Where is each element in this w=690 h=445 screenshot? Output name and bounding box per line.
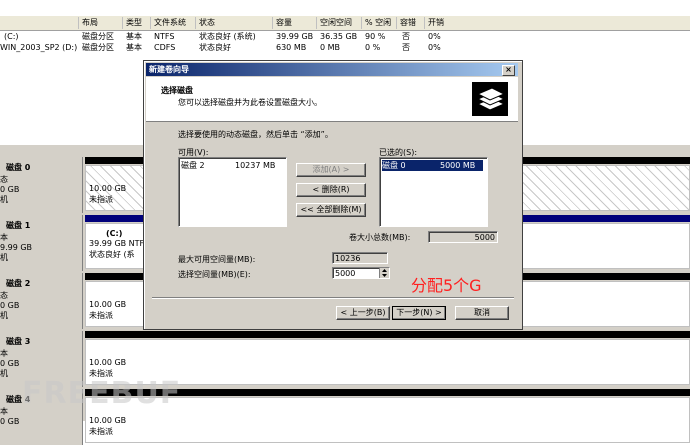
volume-fs: NTFS [154,32,175,41]
close-icon[interactable]: × [502,65,515,76]
select-space-label: 选择空间量(MB)(E): [178,270,251,279]
disk-name: 磁盘 1 [6,221,31,230]
disk-size: 0 GB [0,185,20,194]
volume-free: 0 MB [320,43,341,52]
volume-type: 基本 [126,32,142,41]
disk-size: 0 GB [0,301,20,310]
max-space-label: 最大可用空间量(MB): [178,255,256,264]
volume-status: 状态良好 [199,43,231,52]
volume-row[interactable]: WIN_2003_SP2 (D:) 磁盘分区 基本 CDFS 状态良好 630 … [0,42,690,53]
list-item[interactable]: 磁盘 2 10237 MB [181,160,275,171]
remove-all-button[interactable]: << 全部删除(M) [296,203,366,217]
max-space-field: 10236 [332,252,388,264]
disk-label[interactable]: 磁盘 0 态 0 GB 机 [0,157,83,213]
column-header-pct-free[interactable]: % 空闲 [361,17,391,29]
selected-disks-list[interactable]: 磁盘 0 5000 MB [379,157,488,227]
disk-item-name: 磁盘 2 [181,161,205,170]
region-size: 10.00 GB [89,358,127,367]
region-state: 未指派 [89,427,113,436]
disk-name: 磁盘 0 [6,163,31,172]
wizard-header: 选择磁盘 您可以选择磁盘并为此卷设置磁盘大小。 [146,77,518,122]
volume-layout: 磁盘分区 [82,43,114,52]
allocation-annotation: 分配5个G [411,276,482,295]
volume-type: 基本 [126,43,142,52]
total-size-field: 5000 [428,231,498,243]
region-size: 10.00 GB [89,184,127,193]
disk-type: 本 [0,407,8,416]
region-state: 未指派 [89,195,113,204]
volume-fs: CDFS [154,43,176,52]
remove-button[interactable]: < 删除(R) [296,183,366,197]
instruction-text: 选择要使用的动态磁盘，然后单击 “添加”。 [178,130,333,139]
disk-label[interactable]: 磁盘 1 本 9.99 GB 机 [0,215,83,271]
volume-pct-free: 0 % [365,43,381,52]
disk-item-size: 5000 MB [440,161,476,170]
wizard-step-title: 选择磁盘 [161,86,193,95]
disk-item-name: 磁盘 0 [382,161,406,170]
back-button[interactable]: < 上一步(B) [336,306,390,320]
volume-free: 36.35 GB [320,32,358,41]
disk-status: 机 [0,195,8,204]
available-disks-list[interactable]: 磁盘 2 10237 MB [178,157,287,227]
volume-fault: 否 [402,43,410,52]
menu-toolbar-area [0,0,690,16]
disk-type: 态 [0,291,8,300]
wizard-step-subtitle: 您可以选择磁盘并为此卷设置磁盘大小。 [178,98,322,107]
region-state: 未指派 [89,311,113,320]
select-space-value: 5000 [335,269,356,278]
column-header-filesystem[interactable]: 文件系统 [150,17,186,29]
freebuf-watermark: FREEBUF [22,376,182,411]
column-header-fault-tolerance[interactable]: 容错 [396,17,416,29]
volume-layout: 磁盘分区 [82,32,114,41]
disk-item-size: 10237 MB [235,161,276,170]
spin-arrows-icon[interactable] [379,268,389,278]
partition-status: 状态良好 (系 [89,250,135,259]
partition-size: 39.99 GB NTF [89,239,145,248]
disk-type: 态 [0,175,8,184]
volume-list-header: 布局 类型 文件系统 状态 容量 空闲空间 % 空闲 容错 开销 [0,16,690,31]
volume-capacity: 39.99 GB [276,32,314,41]
column-header-layout[interactable]: 布局 [78,17,98,29]
volume-pct-free: 90 % [365,32,386,41]
select-space-stepper[interactable]: 5000 [332,267,390,279]
column-header-status[interactable]: 状态 [195,17,215,29]
disk-name: 磁盘 3 [6,337,31,346]
column-header-type[interactable]: 类型 [122,17,142,29]
disk-status: 机 [0,253,8,262]
disk-stack-icon [472,82,508,116]
next-button[interactable]: 下一步(N) > [392,306,446,320]
region-size: 10.00 GB [89,300,127,309]
disk-type: 本 [0,349,8,358]
disk-size: 0 GB [0,359,20,368]
dialog-title: 新建卷向导 [149,65,189,74]
column-header-capacity[interactable]: 容量 [272,17,292,29]
volume-overhead: 0% [428,32,441,41]
disk-label[interactable]: 磁盘 2 态 0 GB 机 [0,273,83,329]
add-button[interactable]: 添加(A) > [296,163,366,177]
disk-name: 磁盘 2 [6,279,31,288]
disk-size: 0 GB [0,417,20,426]
column-header-free-space[interactable]: 空闲空间 [316,17,352,29]
dialog-separator [152,297,514,299]
volume-name: WIN_2003_SP2 (D:) [0,43,78,52]
volume-name: (C:) [4,32,19,41]
volume-status: 状态良好 (系统) [199,32,256,41]
volume-capacity: 630 MB [276,43,307,52]
list-item[interactable]: 磁盘 0 5000 MB [382,160,483,171]
volume-fault: 否 [402,32,410,41]
column-header-overhead[interactable]: 开销 [424,17,444,29]
disk-status: 机 [0,369,8,378]
dialog-title-bar[interactable]: 新建卷向导 × [146,63,518,76]
disk-type: 本 [0,233,8,242]
disk-size: 9.99 GB [0,243,33,252]
volume-row[interactable]: (C:) 磁盘分区 基本 NTFS 状态良好 (系统) 39.99 GB 36.… [0,31,690,42]
cancel-button[interactable]: 取消 [455,306,509,320]
total-size-label: 卷大小总数(MB): [349,233,411,242]
partition-bar [85,331,690,338]
disk-status: 机 [0,311,8,320]
volume-overhead: 0% [428,43,441,52]
